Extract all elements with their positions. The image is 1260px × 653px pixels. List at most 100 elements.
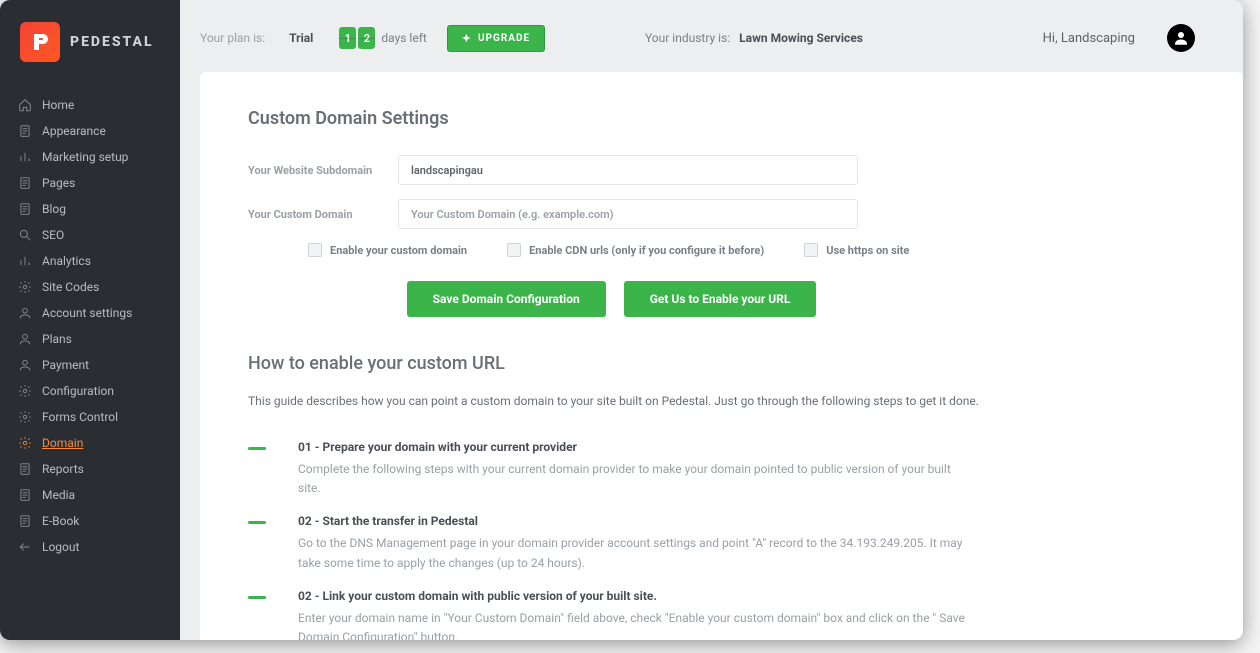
app-window: PEDESTAL HomeAppearanceMarketing setupPa… (0, 0, 1243, 640)
custom-domain-row: Your Custom Domain (248, 199, 1195, 229)
sidebar-item-label: Analytics (42, 254, 91, 268)
step-body: 01 - Prepare your domain with your curre… (298, 440, 968, 498)
bolt-icon: ✦ (462, 32, 472, 45)
use-https-label: Use https on site (826, 244, 909, 257)
greeting: Hi, Landscaping (1043, 31, 1135, 46)
days-left-label: days left (381, 31, 426, 45)
howto-title: How to enable your custom URL (248, 353, 1195, 374)
sidebar-item-appearance[interactable]: Appearance (0, 118, 180, 144)
sidebar-item-logout[interactable]: Logout (0, 534, 180, 560)
sidebar-item-blog[interactable]: Blog (0, 196, 180, 222)
sidebar-item-label: Configuration (42, 384, 114, 398)
step-dash-icon (248, 447, 266, 450)
sidebar-item-plans[interactable]: Plans (0, 326, 180, 352)
gear-icon (18, 280, 32, 294)
days-digit-2: 2 (358, 27, 375, 49)
doc-icon (18, 488, 32, 502)
doc-icon (18, 202, 32, 216)
days-left: 1 2 days left (339, 27, 426, 49)
howto-step: 01 - Prepare your domain with your curre… (248, 440, 968, 498)
upgrade-label: UPGRADE (478, 33, 530, 44)
sidebar-item-label: Plans (42, 332, 72, 346)
step-text: Enter your domain name in "Your Custom D… (298, 609, 968, 640)
gear-icon (18, 410, 32, 424)
custom-domain-input[interactable] (398, 199, 858, 229)
sidebar-item-site-codes[interactable]: Site Codes (0, 274, 180, 300)
sidebar-item-analytics[interactable]: Analytics (0, 248, 180, 274)
sidebar-item-marketing-setup[interactable]: Marketing setup (0, 144, 180, 170)
sidebar-item-configuration[interactable]: Configuration (0, 378, 180, 404)
sidebar-item-pages[interactable]: Pages (0, 170, 180, 196)
step-dash-icon (248, 596, 266, 599)
step-title: 02 - Link your custom domain with public… (298, 589, 968, 603)
doc-icon (18, 514, 32, 528)
howto-description: This guide describes how you can point a… (248, 394, 1195, 408)
sidebar: PEDESTAL HomeAppearanceMarketing setupPa… (0, 0, 180, 640)
custom-domain-label: Your Custom Domain (248, 208, 398, 221)
step-title: 01 - Prepare your domain with your curre… (298, 440, 968, 454)
sidebar-item-payment[interactable]: Payment (0, 352, 180, 378)
howto-steps: 01 - Prepare your domain with your curre… (248, 440, 968, 640)
sidebar-item-label: Forms Control (42, 410, 118, 424)
sidebar-item-seo[interactable]: SEO (0, 222, 180, 248)
plan-label: Your plan is: (200, 31, 265, 45)
sidebar-item-e-book[interactable]: E-Book (0, 508, 180, 534)
enable-custom-domain-checkbox[interactable]: Enable your custom domain (308, 243, 467, 257)
user-icon (18, 306, 32, 320)
topbar: Your plan is: Trial 1 2 days left ✦ UPGR… (180, 0, 1243, 72)
sidebar-nav: Home Appearance Marketing setupPagesBlog SE… (0, 92, 180, 560)
button-row: Save Domain Configuration Get Us to Enab… (248, 281, 1195, 317)
avatar-icon[interactable] (1167, 24, 1195, 52)
sidebar-item-label: Account settings (42, 306, 132, 320)
use-https-checkbox[interactable]: Use https on site (804, 243, 909, 257)
sidebar-item-home[interactable]: Home (0, 92, 180, 118)
logo-text: PEDESTAL (70, 34, 154, 50)
sidebar-item-domain[interactable]: Domain (0, 430, 180, 456)
enable-cdn-label: Enable CDN urls (only if you configure i… (529, 244, 764, 257)
sidebar-item-reports[interactable]: Reports (0, 456, 180, 482)
home-icon (18, 98, 32, 112)
save-domain-button[interactable]: Save Domain Configuration (407, 281, 606, 317)
sidebar-item-label: Home (42, 98, 74, 112)
bars-icon (18, 150, 32, 164)
gear-icon (18, 436, 32, 450)
sidebar-item-forms-control[interactable]: Forms Control (0, 404, 180, 430)
industry-label: Your industry is: (645, 31, 730, 45)
sidebar-item-label: Appearance (42, 124, 106, 138)
doc-icon (18, 462, 32, 476)
sidebar-item-label: Reports (42, 462, 84, 476)
sidebar-item-label: Logout (42, 540, 79, 554)
sidebar-item-account-settings[interactable]: Account settings (0, 300, 180, 326)
step-body: 02 - Start the transfer in PedestalGo to… (298, 514, 968, 572)
section-title: Custom Domain Settings (248, 108, 1195, 129)
doc-icon (18, 176, 32, 190)
sidebar-item-media[interactable]: Media (0, 482, 180, 508)
subdomain-input[interactable] (398, 155, 858, 185)
industry-value: Lawn Mowing Services (739, 31, 863, 45)
content-card: Custom Domain Settings Your Website Subd… (200, 72, 1243, 640)
logo: PEDESTAL (0, 0, 180, 92)
doc-icon (18, 124, 32, 138)
sidebar-item-label: Payment (42, 358, 89, 372)
checkbox-icon (507, 243, 521, 257)
step-text: Complete the following steps with your c… (298, 460, 968, 498)
step-dash-icon (248, 521, 266, 524)
step-text: Go to the DNS Management page in your do… (298, 534, 968, 572)
arrow-left-icon (18, 540, 32, 554)
step-body: 02 - Link your custom domain with public… (298, 589, 968, 640)
sidebar-item-label: SEO (42, 228, 64, 242)
upgrade-button[interactable]: ✦ UPGRADE (447, 25, 545, 52)
howto-step: 02 - Link your custom domain with public… (248, 589, 968, 640)
main-area: Your plan is: Trial 1 2 days left ✦ UPGR… (180, 0, 1243, 640)
enable-cdn-checkbox[interactable]: Enable CDN urls (only if you configure i… (507, 243, 764, 257)
subdomain-row: Your Website Subdomain (248, 155, 1195, 185)
get-us-enable-button[interactable]: Get Us to Enable your URL (624, 281, 817, 317)
plan-value: Trial (289, 31, 313, 45)
sidebar-item-label: Site Codes (42, 280, 99, 294)
checkbox-row: Enable your custom domain Enable CDN url… (248, 243, 1195, 257)
user-icon (18, 332, 32, 346)
bars-icon (18, 254, 32, 268)
industry: Your industry is: Lawn Mowing Services (645, 31, 863, 45)
logo-mark-icon (20, 22, 60, 62)
sidebar-item-label: Domain (42, 436, 83, 450)
